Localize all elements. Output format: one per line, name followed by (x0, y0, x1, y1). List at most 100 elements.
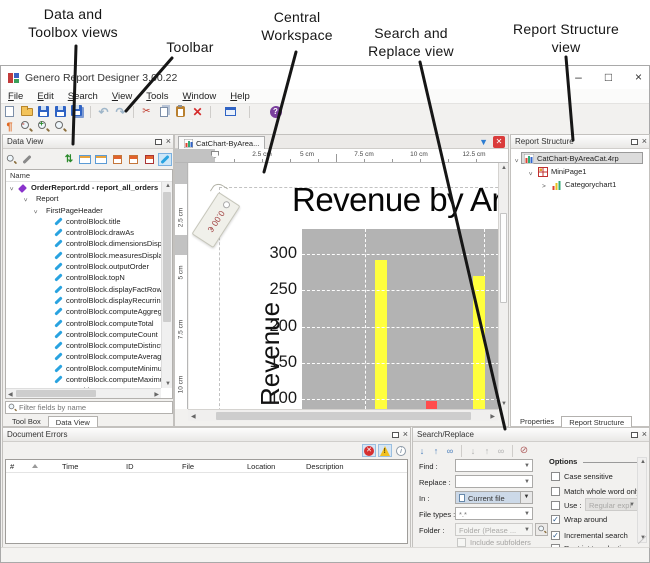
tree-item[interactable]: controlBlock.computeMinimum (6, 363, 172, 374)
tree-item[interactable]: controlBlock.displayFactRows (6, 284, 172, 295)
help-icon[interactable]: ? (268, 105, 283, 119)
header-style-3-icon[interactable] (142, 153, 156, 166)
save-as-icon[interactable] (53, 105, 68, 119)
edit-icon[interactable] (20, 153, 34, 166)
edit-pencil-active-icon[interactable] (158, 152, 172, 166)
replace-all-icon[interactable]: ∞ (495, 445, 507, 457)
tree-item[interactable]: controlBlock.drawAs (6, 227, 172, 238)
scroll-left-icon[interactable]: ◀ (191, 413, 196, 420)
scroll-up-icon[interactable]: ▲ (165, 183, 171, 189)
find-previous-icon[interactable]: ↑ (430, 445, 442, 457)
canvas-horizontal-scrollbar[interactable]: ◀ ▶ (188, 409, 498, 421)
tree-item[interactable]: controlBlock.outputOrder (6, 261, 172, 272)
tree-item[interactable]: controlBlock.computeDistinctCo (6, 340, 172, 351)
close-panel-icon[interactable]: × (642, 430, 647, 439)
tree-item[interactable]: controlBlock.computeMaximum (6, 374, 172, 385)
chart-plot[interactable] (302, 229, 499, 409)
scroll-down-icon[interactable]: ▼ (501, 401, 507, 407)
use-checkbox[interactable] (551, 501, 560, 510)
bar-yellow-1[interactable] (375, 259, 387, 409)
scroll-up-icon[interactable]: ▲ (640, 459, 646, 465)
dropdown-icon[interactable]: ▼ (520, 492, 532, 503)
file-types-combobox[interactable]: *.* ▼ (455, 507, 533, 520)
panel-vertical-scrollbar[interactable]: ▲ ▼ (637, 457, 647, 543)
tree-item[interactable]: controlBlock.dimensionsDisplayS (6, 238, 172, 249)
tree-column-header[interactable]: Name (6, 170, 172, 182)
scroll-down-icon[interactable]: ▼ (165, 381, 171, 387)
tree-item[interactable]: controlBlock.measuresDisplaySel (6, 250, 172, 261)
delete-icon[interactable]: ✕ (190, 105, 205, 119)
tree-vertical-scrollbar[interactable]: ▲ ▼ (161, 182, 172, 388)
report-page-canvas[interactable]: 0.00 € Revenue by Ar Revenue 300 250 200… (189, 163, 499, 409)
incremental-search-checkbox[interactable] (551, 531, 560, 540)
tree-item-categorychart[interactable]: > Categorychart1 (511, 178, 649, 191)
resize-grip[interactable] (638, 536, 646, 544)
browse-folder-button[interactable] (535, 523, 548, 536)
formatting-marks-icon[interactable]: ¶ (2, 120, 17, 134)
in-combobox[interactable]: Current file ▼ (455, 491, 533, 504)
match-whole-word-checkbox[interactable] (551, 487, 560, 496)
find-combobox[interactable]: ▼ (455, 459, 533, 472)
preview-icon[interactable] (223, 105, 238, 119)
save-icon[interactable] (36, 105, 51, 119)
scroll-right-icon[interactable]: ▶ (154, 391, 159, 398)
warnings-filter-icon[interactable] (378, 444, 392, 457)
float-panel-icon[interactable] (630, 138, 638, 145)
bar-red[interactable] (426, 401, 437, 409)
zoom-out-icon[interactable]: - (19, 120, 34, 134)
close-document-icon[interactable]: ✕ (493, 136, 505, 148)
menu-edit[interactable]: Edit (30, 91, 60, 102)
chevron-right-icon[interactable]: > (542, 180, 546, 193)
header-style-2-icon[interactable] (126, 153, 140, 166)
canvas-vertical-scrollbar[interactable]: ▲ ▼ (498, 163, 508, 409)
tree-item[interactable]: controlBlock.computeCount (6, 329, 172, 340)
float-panel-icon[interactable] (154, 138, 162, 145)
include-subfolders-checkbox[interactable] (457, 538, 466, 547)
menu-help[interactable]: Help (223, 91, 257, 102)
table-view-alt-icon[interactable] (94, 153, 108, 166)
scroll-up-icon[interactable]: ▲ (501, 165, 507, 171)
wrap-around-checkbox[interactable] (551, 515, 560, 524)
tree-item[interactable]: controlBlock.title (6, 216, 172, 227)
cut-icon[interactable]: ✂ (139, 105, 154, 119)
chevron-down-icon[interactable]: > (523, 172, 536, 176)
tree-horizontal-scrollbar[interactable]: ◀ ▶ (6, 388, 161, 398)
find-next-icon[interactable]: ↓ (416, 445, 428, 457)
float-panel-icon[interactable] (630, 431, 638, 438)
minimize-icon[interactable]: – (564, 66, 593, 88)
tab-list-dropdown-icon[interactable]: ▼ (479, 137, 488, 147)
zoom-in-icon[interactable]: + (36, 120, 51, 134)
open-icon[interactable] (19, 105, 34, 119)
tree-item[interactable]: > Report (6, 193, 172, 204)
menu-search[interactable]: Search (61, 91, 105, 102)
maximize-icon[interactable]: □ (594, 66, 623, 88)
scroll-left-icon[interactable]: ◀ (8, 391, 13, 398)
column-time[interactable]: Time (62, 462, 78, 471)
column-location[interactable]: Location (247, 462, 275, 471)
table-view-icon[interactable] (78, 153, 92, 166)
errors-filter-icon[interactable]: ✕ (362, 444, 376, 457)
float-panel-icon[interactable] (391, 431, 399, 438)
paste-icon[interactable] (173, 105, 188, 119)
redo-icon[interactable]: ↷ (113, 105, 128, 119)
filter-field[interactable] (5, 401, 173, 414)
column-file[interactable]: File (182, 462, 194, 471)
replace-combobox[interactable]: ▼ (455, 475, 533, 488)
tree-item-minipage[interactable]: > MiniPage1 (511, 165, 649, 178)
close-icon[interactable]: × (624, 66, 650, 88)
tree-item[interactable]: controlBlock.displayRecurringVal (6, 295, 172, 306)
tree-item-root[interactable]: > OrderReport.rdd - report_all_orders (6, 182, 172, 193)
tree-item[interactable]: > FirstPageHeader (6, 205, 172, 216)
replace-next-icon[interactable]: ↓ (467, 445, 479, 457)
find-icon[interactable]: ∞ (444, 445, 456, 457)
close-panel-icon[interactable]: × (166, 137, 171, 146)
document-tab[interactable]: CatChart-ByArea... (178, 136, 266, 149)
new-document-icon[interactable] (2, 105, 17, 119)
bar-yellow-2[interactable] (473, 275, 485, 409)
tree-item[interactable]: controlBlock.computeAverage (6, 351, 172, 362)
info-filter-icon[interactable]: i (394, 444, 408, 457)
zoom-icon[interactable] (53, 120, 68, 134)
chevron-down-icon[interactable]: > (6, 187, 17, 191)
column-id[interactable]: ID (126, 462, 134, 471)
tree-item[interactable]: controlBlock.topN (6, 272, 172, 283)
